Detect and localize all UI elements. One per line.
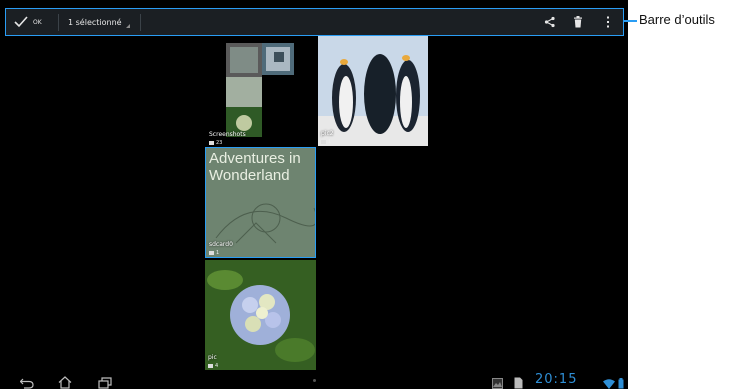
- album-name: sdcard0: [209, 241, 233, 248]
- file-icon: [514, 377, 523, 389]
- wifi-status: [603, 374, 615, 389]
- album-count-value: 1: [216, 250, 220, 256]
- folder-icon: [209, 141, 214, 145]
- share-icon: [544, 16, 555, 28]
- share-button[interactable]: [544, 9, 556, 35]
- album-count-value: 4: [215, 363, 219, 369]
- file-notification[interactable]: [514, 374, 523, 389]
- dropdown-corner-icon: [125, 24, 130, 28]
- folder-icon: [321, 140, 326, 144]
- gallery-screen: OK 1 sélectionné Screenshots 23 pic2 1 A…: [0, 0, 628, 389]
- album-tile-sdcard0[interactable]: Adventures in Wonderland sdcard0 1: [205, 147, 316, 258]
- album-count-value: 23: [216, 140, 223, 146]
- album-name: Screenshots: [209, 131, 246, 138]
- ok-label: OK: [33, 18, 42, 26]
- callout-pointer-line: [624, 20, 637, 22]
- gallery-icon: [492, 378, 503, 389]
- page-indicator-dot: [313, 379, 316, 382]
- folder-icon: [208, 364, 213, 368]
- wifi-icon: [603, 379, 615, 389]
- folder-icon: [209, 251, 214, 255]
- gallery-notification[interactable]: [492, 374, 503, 389]
- home-icon: [58, 376, 72, 389]
- recent-apps-button[interactable]: [98, 374, 112, 389]
- ok-button[interactable]: OK: [14, 9, 42, 35]
- album-count-value: 1: [328, 139, 332, 145]
- penguins-photo: [318, 36, 428, 146]
- selection-dropdown[interactable]: 1 sélectionné: [68, 9, 130, 35]
- album-count: 4: [208, 363, 218, 369]
- battery-status: [618, 374, 624, 389]
- back-button[interactable]: [19, 374, 34, 389]
- book-cover-illustration: [215, 203, 315, 244]
- selection-label: 1 sélectionné: [68, 17, 122, 27]
- album-name: pic2: [321, 130, 334, 137]
- album-count: 1: [209, 250, 219, 256]
- album-tile-pic[interactable]: pic 4: [205, 260, 316, 370]
- book-cover-title: Adventures in Wonderland: [209, 150, 301, 184]
- back-icon: [19, 378, 34, 389]
- recent-apps-icon: [98, 377, 112, 389]
- clock: 20:15: [535, 372, 578, 387]
- trash-icon: [574, 16, 582, 28]
- album-name: pic: [208, 354, 217, 361]
- album-count: 1: [321, 139, 331, 145]
- album-tile-screenshots[interactable]: Screenshots 23: [206, 43, 316, 147]
- toolbar-callout-label: Barre d’outils: [639, 12, 715, 27]
- album-count: 23: [209, 140, 222, 146]
- album-tile-pic2[interactable]: pic2 1: [318, 36, 428, 146]
- overflow-menu-icon: [607, 16, 609, 28]
- delete-button[interactable]: [573, 9, 583, 35]
- check-icon: [14, 16, 28, 28]
- home-button[interactable]: [58, 374, 72, 389]
- toolbar: OK 1 sélectionné: [5, 8, 624, 36]
- hydrangea-photo: [205, 260, 316, 370]
- battery-icon: [618, 378, 624, 389]
- toolbar-divider: [58, 14, 59, 31]
- system-bar: [0, 372, 628, 389]
- overflow-menu-button[interactable]: [606, 9, 610, 35]
- toolbar-divider: [140, 14, 141, 31]
